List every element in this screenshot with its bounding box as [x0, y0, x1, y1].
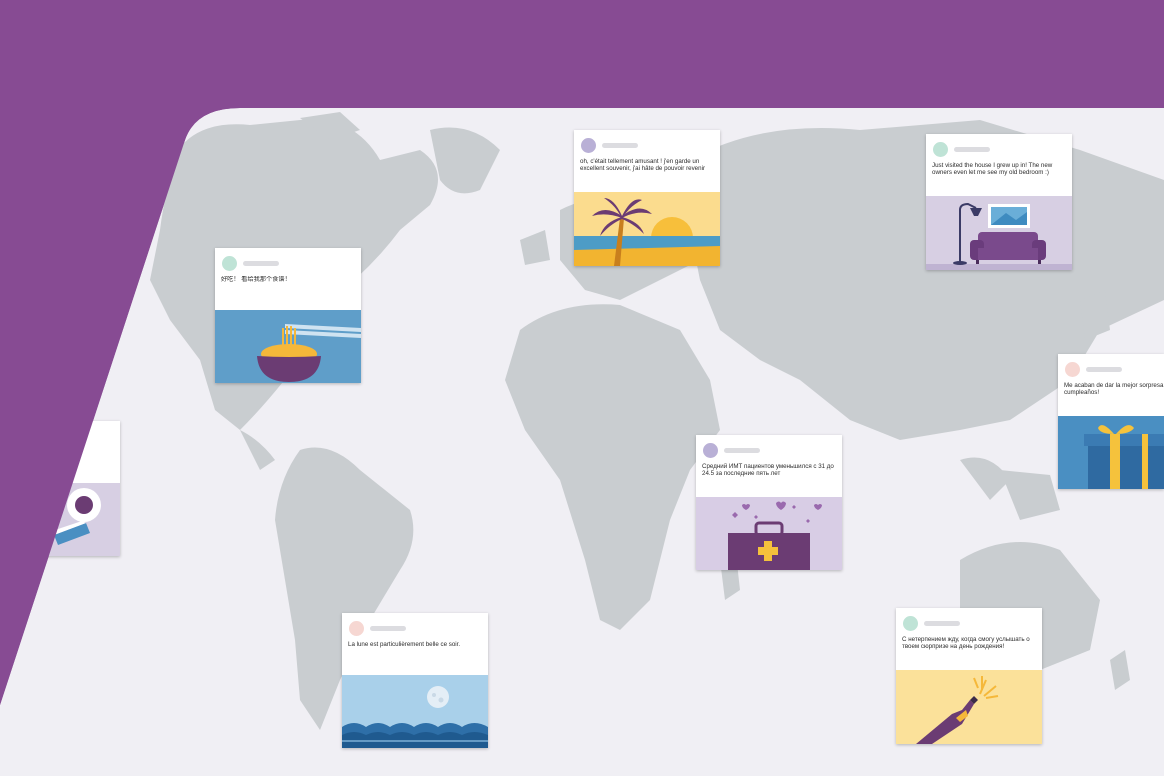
left-purple-wedge	[0, 0, 1164, 705]
world-map-stage: oh, c'était tellement amusant ! j'en gar…	[0, 0, 1164, 776]
